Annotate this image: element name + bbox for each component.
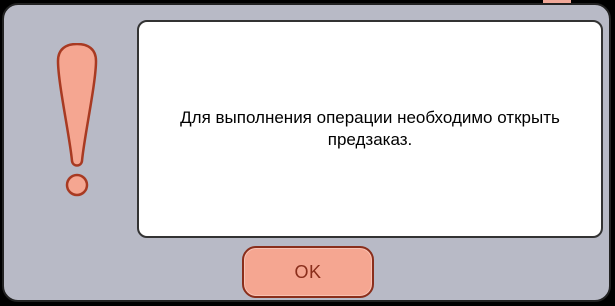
ok-button-label: OK bbox=[294, 261, 322, 282]
screen: Для выполнения операции необходимо откры… bbox=[0, 0, 615, 306]
ok-button[interactable]: OK bbox=[242, 246, 374, 298]
alert-dialog: Для выполнения операции необходимо откры… bbox=[2, 3, 611, 302]
exclamation-warning-icon bbox=[56, 43, 98, 197]
message-panel: Для выполнения операции необходимо откры… bbox=[137, 20, 603, 238]
message-text: Для выполнения операции необходимо откры… bbox=[180, 108, 560, 149]
